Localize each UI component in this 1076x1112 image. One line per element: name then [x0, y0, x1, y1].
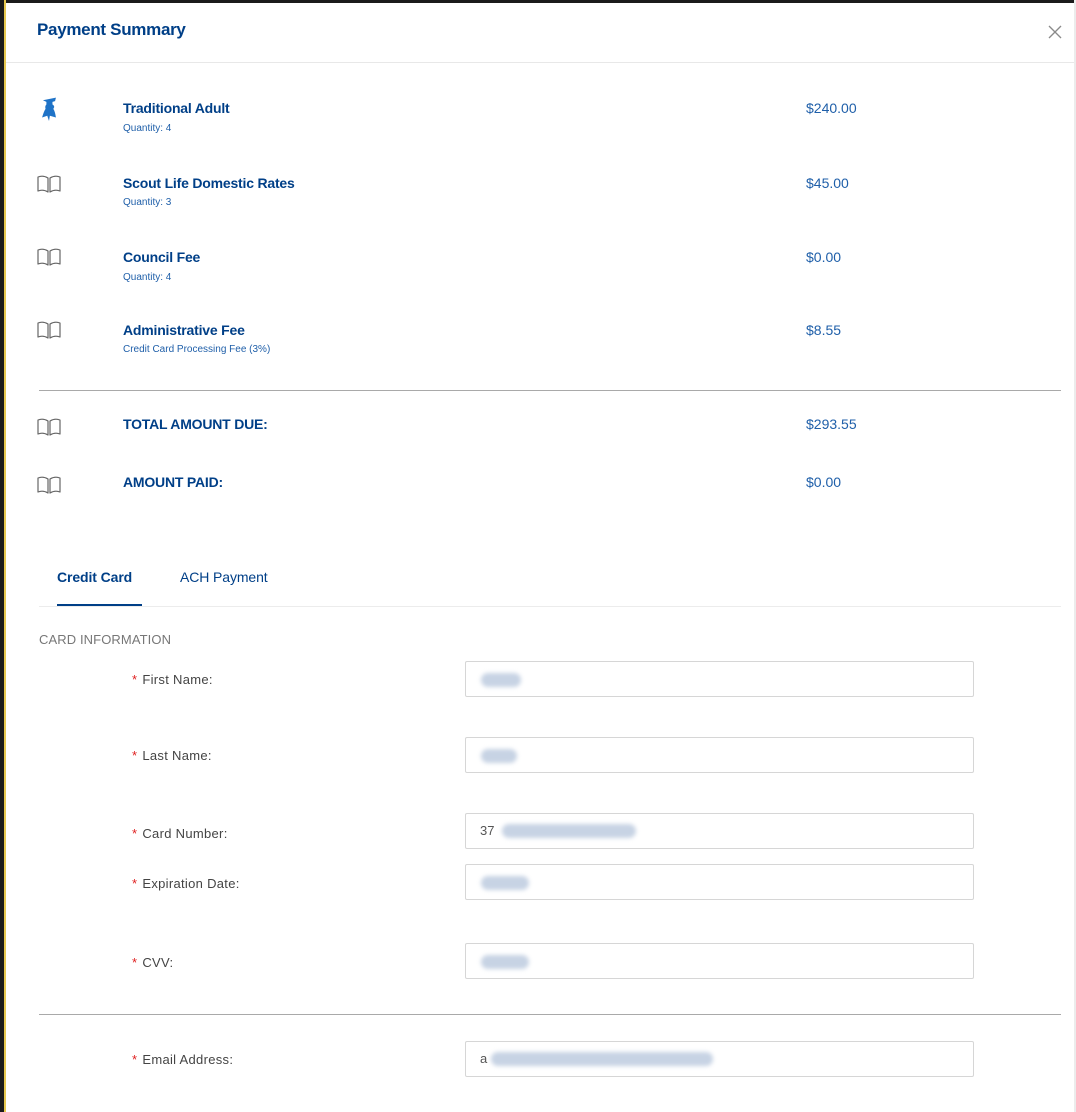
- required-marker: *: [132, 1052, 138, 1067]
- card-number-label: * Card Number:: [132, 826, 228, 841]
- card-information-heading: CARD INFORMATION: [39, 632, 172, 647]
- cvv-label: * CVV:: [132, 955, 174, 970]
- field-label-text: CVV: [142, 955, 170, 970]
- required-marker: *: [132, 826, 138, 841]
- line-item-detail: Credit Card Processing Fee (3%): [123, 344, 271, 355]
- line-item-amount: $240.00: [806, 100, 857, 116]
- email-address-label: * Email Address:: [132, 1052, 234, 1067]
- line-item-amount: $45.00: [806, 175, 849, 191]
- amount-paid-label: AMOUNT PAID:: [123, 474, 223, 490]
- required-marker: *: [132, 672, 138, 687]
- line-item-detail: Quantity: 3: [123, 197, 172, 208]
- expiration-date-field[interactable]: [465, 864, 974, 900]
- close-icon[interactable]: [1044, 21, 1066, 43]
- email-address-field[interactable]: a: [465, 1041, 974, 1077]
- tabs-divider: [39, 606, 1061, 607]
- book-icon: [37, 248, 61, 266]
- scout-silhouette-icon: [42, 97, 56, 121]
- amount-paid-amount: $0.00: [806, 474, 842, 490]
- payment-summary-modal: Payment Summary Traditional Adult Quanti…: [6, 3, 1074, 1112]
- modal-title: Payment Summary: [37, 20, 186, 39]
- field-label-text: Last Name: [142, 748, 208, 763]
- active-tab-indicator: [57, 604, 142, 606]
- first-name-field[interactable]: [465, 661, 974, 697]
- redacted-value: [481, 955, 529, 969]
- field-label-text: Card Number: [142, 826, 224, 841]
- redacted-value: [502, 824, 636, 838]
- line-item-amount: $8.55: [806, 322, 842, 338]
- line-item-detail: Quantity: 4: [123, 123, 172, 134]
- expiration-date-label: * Expiration Date:: [132, 876, 240, 891]
- last-name-field[interactable]: [465, 737, 974, 773]
- required-marker: *: [132, 955, 138, 970]
- email-visible: a: [480, 1051, 488, 1066]
- redacted-value: [491, 1052, 713, 1066]
- required-marker: *: [132, 876, 138, 891]
- tab-credit-card[interactable]: Credit Card: [57, 569, 132, 585]
- total-due-amount: $293.55: [806, 416, 857, 432]
- card-number-visible: 37: [480, 823, 495, 838]
- field-label-text: Email Address: [142, 1052, 230, 1067]
- redacted-value: [481, 749, 517, 763]
- total-due-label: TOTAL AMOUNT DUE:: [123, 416, 268, 432]
- line-item-detail: Quantity: 4: [123, 272, 172, 283]
- book-icon: [37, 175, 61, 193]
- card-number-field[interactable]: 37: [465, 813, 974, 849]
- line-item-name: Traditional Adult: [123, 100, 230, 116]
- line-item-name: Council Fee: [123, 249, 201, 265]
- last-name-label: * Last Name:: [132, 748, 212, 763]
- book-icon: [37, 418, 61, 436]
- line-item-name: Scout Life Domestic Rates: [123, 175, 295, 191]
- form-divider: [39, 1014, 1061, 1015]
- book-icon: [37, 321, 61, 339]
- redacted-value: [481, 876, 529, 890]
- header-divider: [6, 62, 1074, 63]
- cvv-field[interactable]: [465, 943, 974, 979]
- field-label-text: First Name: [142, 672, 209, 687]
- line-item-amount: $0.00: [806, 249, 842, 265]
- tab-ach-payment[interactable]: ACH Payment: [180, 569, 268, 585]
- field-label-text: Expiration Date: [142, 876, 236, 891]
- first-name-label: * First Name:: [132, 672, 213, 687]
- line-item-name: Administrative Fee: [123, 322, 245, 338]
- summary-divider: [39, 390, 1061, 391]
- redacted-value: [481, 673, 521, 687]
- required-marker: *: [132, 748, 138, 763]
- book-icon: [37, 476, 61, 494]
